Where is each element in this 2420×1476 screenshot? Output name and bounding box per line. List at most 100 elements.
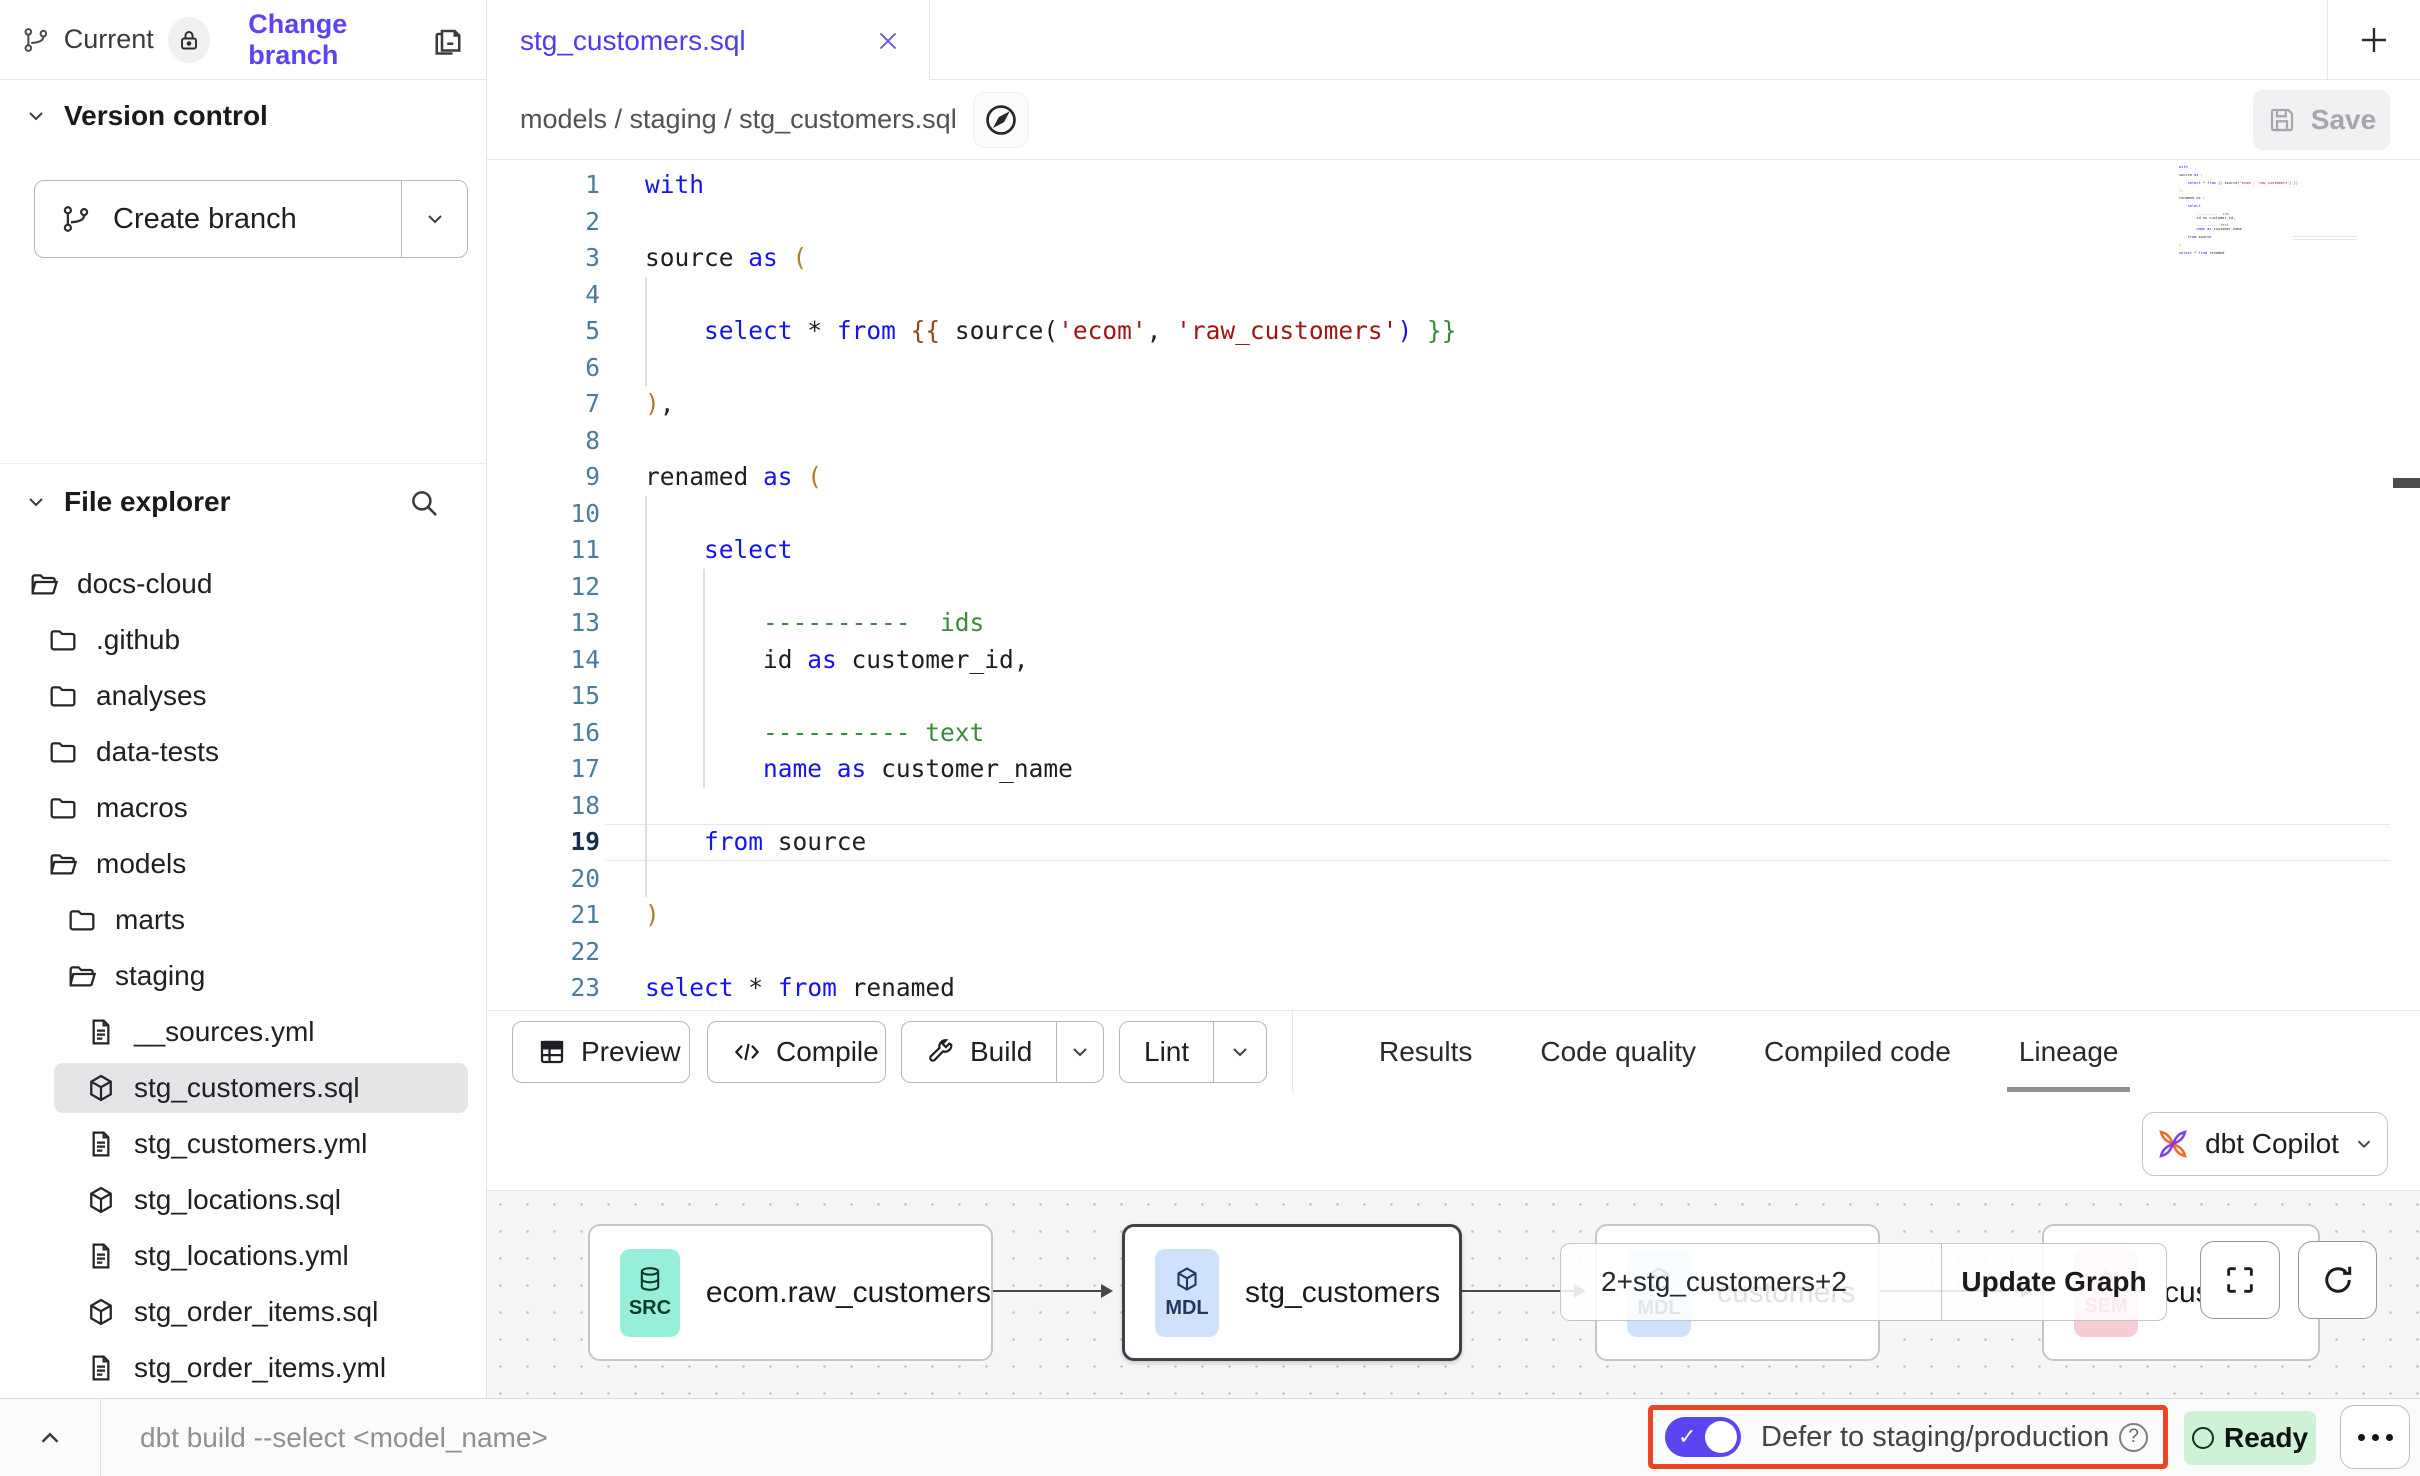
create-branch-label: Create branch <box>113 203 297 236</box>
dot <box>2386 1434 2393 1441</box>
file-tree-item-staging[interactable]: staging <box>0 948 486 1004</box>
code-line-5[interactable]: 5 select * from {{ source('ecom', 'raw_c… <box>487 313 2420 350</box>
line-content: select <box>645 532 793 569</box>
update-graph-button[interactable]: Update Graph <box>1942 1244 2166 1320</box>
code-line-3[interactable]: 3source as ( <box>487 240 2420 277</box>
plus-icon[interactable] <box>2356 22 2392 58</box>
file-tree-item-stg-locations-sql[interactable]: stg_locations.sql <box>0 1172 486 1228</box>
dbt-copilot-label: dbt Copilot <box>2205 1128 2339 1160</box>
model-cube-icon <box>85 1296 117 1328</box>
preview-button[interactable]: Preview <box>512 1021 690 1083</box>
code-line-10[interactable]: 10 <box>487 496 2420 533</box>
new-tab-zone <box>2327 0 2420 80</box>
tab-compiled-code[interactable]: Compiled code <box>1730 1011 1985 1093</box>
code-line-2[interactable]: 2 <box>487 204 2420 241</box>
code-line-15[interactable]: 15 <box>487 678 2420 715</box>
copy-branch-button[interactable] <box>430 22 466 58</box>
folder-icon <box>47 680 79 712</box>
line-number: 3 <box>487 240 600 277</box>
code-line-18[interactable]: 18 <box>487 788 2420 825</box>
code-line-22[interactable]: 22 <box>487 934 2420 971</box>
code-line-1[interactable]: 1with <box>487 167 2420 204</box>
code-editor[interactable]: 1with23source as (45 select * from {{ so… <box>487 160 2420 1010</box>
file-explorer-header[interactable]: File explorer <box>24 486 463 518</box>
file-tree-item--sources-yml[interactable]: __sources.yml <box>0 1004 486 1060</box>
code-line-8[interactable]: 8 <box>487 423 2420 460</box>
lint-button[interactable]: Lint <box>1120 1022 1213 1082</box>
file-tree-item--github[interactable]: .github <box>0 612 486 668</box>
code-line-4[interactable]: 4 <box>487 277 2420 314</box>
file-tree-item-models[interactable]: models <box>0 836 486 892</box>
code-line-6[interactable]: 6 <box>487 350 2420 387</box>
code-line-21[interactable]: 21) <box>487 897 2420 934</box>
more-menu-button[interactable] <box>2340 1405 2410 1469</box>
branch-row: Current Change branch <box>0 0 486 80</box>
file-tree-item-stg-locations-yml[interactable]: stg_locations.yml <box>0 1228 486 1284</box>
collapse-panel-button[interactable] <box>20 1399 80 1476</box>
lineage-node-ecom-raw-customers[interactable]: SRCecom.raw_customers <box>588 1224 993 1361</box>
code-line-20[interactable]: 20 <box>487 861 2420 898</box>
file-tree-item-stg-order-items-yml[interactable]: stg_order_items.yml <box>0 1340 486 1396</box>
create-branch-dropdown[interactable] <box>401 181 467 257</box>
preview-label: Preview <box>581 1036 681 1068</box>
refresh-graph-button[interactable] <box>2298 1241 2377 1319</box>
build-button[interactable]: Build <box>902 1022 1056 1082</box>
file-icon <box>85 1352 117 1384</box>
lint-dropdown[interactable] <box>1213 1022 1266 1082</box>
tab-stg-customers-sql[interactable]: stg_customers.sql <box>487 0 930 81</box>
check-icon: ✓ <box>1678 1424 1696 1450</box>
fullscreen-icon <box>2223 1263 2257 1297</box>
file-name: stg_locations.sql <box>134 1184 341 1216</box>
file-tree-item-stg-order-items-sql[interactable]: stg_order_items.sql <box>0 1284 486 1340</box>
code-line-9[interactable]: 9renamed as ( <box>487 459 2420 496</box>
code-line-16[interactable]: 16 ---------- text <box>487 715 2420 752</box>
create-branch-button[interactable]: Create branch <box>34 180 468 258</box>
file-tree-item-marts[interactable]: marts <box>0 892 486 948</box>
line-content: select * from renamed <box>2179 252 2224 256</box>
scrollbar-thumb[interactable] <box>2393 478 2420 488</box>
file-search-button[interactable] <box>407 486 441 520</box>
tab-close-button[interactable] <box>875 28 901 54</box>
file-tree-item-docs-cloud[interactable]: docs-cloud <box>0 556 486 612</box>
graph-selector-input[interactable] <box>1561 1244 1941 1320</box>
line-number: 18 <box>487 788 600 825</box>
code-line-13[interactable]: 13 ---------- ids <box>487 605 2420 642</box>
generate-docs-button[interactable] <box>973 92 1029 148</box>
change-branch-link[interactable]: Change branch <box>248 9 430 71</box>
dbt-copilot-button[interactable]: dbt Copilot <box>2142 1112 2388 1176</box>
breadcrumb: models / staging / stg_customers.sql <box>520 104 957 135</box>
tab-code-quality[interactable]: Code quality <box>1506 1011 1730 1093</box>
code-line-23[interactable]: 23select * from renamed <box>487 970 2420 1007</box>
code-line-17[interactable]: 17 name as customer_name <box>487 751 2420 788</box>
file-tree-item-macros[interactable]: macros <box>0 780 486 836</box>
code-brackets-icon <box>732 1037 762 1067</box>
code-line-19[interactable]: 19 from source <box>487 824 2420 861</box>
compile-button[interactable]: Compile <box>707 1021 886 1083</box>
file-icon <box>85 1240 117 1272</box>
code-line-11[interactable]: 11 select <box>487 532 2420 569</box>
fullscreen-button[interactable] <box>2200 1241 2280 1319</box>
defer-toggle[interactable]: ✓ <box>1665 1417 1741 1457</box>
chevron-up-icon <box>35 1423 65 1453</box>
file-tree-item-data-tests[interactable]: data-tests <box>0 724 486 780</box>
command-input[interactable]: dbt build --select <model_name> <box>140 1399 548 1476</box>
lineage-node-stg-customers[interactable]: MDLstg_customers <box>1122 1224 1462 1361</box>
file-name: analyses <box>96 680 207 712</box>
tab-lineage[interactable]: Lineage <box>1985 1011 2153 1093</box>
folder-open-icon <box>28 568 60 600</box>
file-tree-item-stg-customers-sql[interactable]: stg_customers.sql <box>0 1060 486 1116</box>
build-dropdown[interactable] <box>1056 1022 1103 1082</box>
save-button[interactable]: Save <box>2253 90 2390 150</box>
help-icon[interactable]: ? <box>2119 1423 2148 1452</box>
file-tree-item-stg-customers-yml[interactable]: stg_customers.yml <box>0 1116 486 1172</box>
code-line-7[interactable]: 7), <box>487 386 2420 423</box>
wrench-icon <box>926 1037 956 1067</box>
code-line-12[interactable]: 12 <box>487 569 2420 606</box>
version-control-header[interactable]: Version control <box>24 100 268 132</box>
code-line-14[interactable]: 14 id as customer_id, <box>487 642 2420 679</box>
file-tree-item-analyses[interactable]: analyses <box>0 668 486 724</box>
minimap[interactable]: 1with23source as (45 select * from {{ so… <box>2175 166 2387 255</box>
create-branch-main[interactable]: Create branch <box>35 181 401 257</box>
lineage-canvas[interactable]: SRCecom.raw_customersMDLstg_customersMDL… <box>487 1190 2420 1398</box>
tab-results[interactable]: Results <box>1345 1011 1506 1093</box>
